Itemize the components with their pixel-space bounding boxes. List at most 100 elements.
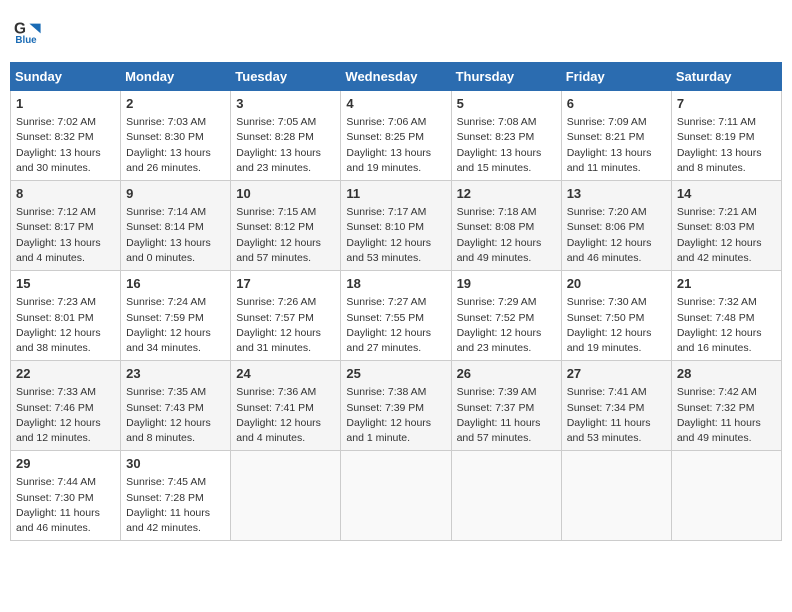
calendar-day-cell: 23 Sunrise: 7:35 AM Sunset: 7:43 PM Dayli… (121, 361, 231, 451)
calendar-day-cell: 7 Sunrise: 7:11 AM Sunset: 8:19 PM Daylig… (671, 91, 781, 181)
calendar-day-cell: 10 Sunrise: 7:15 AM Sunset: 8:12 PM Dayli… (231, 181, 341, 271)
calendar-week-row: 1 Sunrise: 7:02 AM Sunset: 8:32 PM Daylig… (11, 91, 782, 181)
calendar-day-cell: 5Sunrise: 7:08 AM Sunset: 8:23 PM Daylig… (451, 91, 561, 181)
day-number: 7 (677, 95, 776, 113)
weekday-header: Tuesday (231, 63, 341, 91)
calendar-day-cell: 21 Sunrise: 7:32 AM Sunset: 7:48 PM Dayli… (671, 271, 781, 361)
page-header: G Blue (10, 10, 782, 54)
calendar-day-cell (341, 451, 451, 541)
day-info: Sunrise: 7:35 AM Sunset: 7:43 PM Dayligh… (126, 385, 225, 446)
calendar-day-cell: 26 Sunrise: 7:39 AM Sunset: 7:37 PM Dayli… (451, 361, 561, 451)
calendar-day-cell: 24Sunrise: 7:36 AM Sunset: 7:41 PM Dayli… (231, 361, 341, 451)
calendar-day-cell: 11 Sunrise: 7:17 AM Sunset: 8:10 PM Dayli… (341, 181, 451, 271)
day-number: 21 (677, 275, 776, 293)
calendar-day-cell: 18Sunrise: 7:27 AM Sunset: 7:55 PM Dayli… (341, 271, 451, 361)
day-info: Sunrise: 7:14 AM Sunset: 8:14 PM Dayligh… (126, 205, 225, 266)
day-number: 22 (16, 365, 115, 383)
day-number: 12 (457, 185, 556, 203)
calendar-day-cell (671, 451, 781, 541)
weekday-header: Wednesday (341, 63, 451, 91)
day-info: Sunrise: 7:06 AM Sunset: 8:25 PM Dayligh… (346, 115, 445, 176)
day-number: 23 (126, 365, 225, 383)
calendar-day-cell: 13Sunrise: 7:20 AM Sunset: 8:06 PM Dayli… (561, 181, 671, 271)
day-info: Sunrise: 7:45 AM Sunset: 7:28 PM Dayligh… (126, 475, 225, 536)
logo-icon: G Blue (14, 18, 42, 46)
svg-text:Blue: Blue (15, 35, 37, 46)
day-number: 27 (567, 365, 666, 383)
day-number: 4 (346, 95, 445, 113)
calendar-week-row: 8 Sunrise: 7:12 AM Sunset: 8:17 PM Daylig… (11, 181, 782, 271)
calendar-day-cell: 1 Sunrise: 7:02 AM Sunset: 8:32 PM Daylig… (11, 91, 121, 181)
day-number: 9 (126, 185, 225, 203)
day-number: 19 (457, 275, 556, 293)
day-info: Sunrise: 7:15 AM Sunset: 8:12 PM Dayligh… (236, 205, 335, 266)
day-number: 8 (16, 185, 115, 203)
day-info: Sunrise: 7:02 AM Sunset: 8:32 PM Dayligh… (16, 115, 115, 176)
weekday-header: Friday (561, 63, 671, 91)
day-number: 18 (346, 275, 445, 293)
calendar-week-row: 15Sunrise: 7:23 AM Sunset: 8:01 PM Dayli… (11, 271, 782, 361)
day-number: 24 (236, 365, 335, 383)
day-number: 25 (346, 365, 445, 383)
calendar-day-cell: 17 Sunrise: 7:26 AM Sunset: 7:57 PM Dayli… (231, 271, 341, 361)
day-number: 11 (346, 185, 445, 203)
weekday-header: Sunday (11, 63, 121, 91)
logo: G Blue (14, 18, 44, 46)
day-number: 16 (126, 275, 225, 293)
weekday-header: Saturday (671, 63, 781, 91)
calendar-day-cell: 22 Sunrise: 7:33 AM Sunset: 7:46 PM Dayli… (11, 361, 121, 451)
day-info: Sunrise: 7:12 AM Sunset: 8:17 PM Dayligh… (16, 205, 115, 266)
calendar-day-cell (451, 451, 561, 541)
day-info: Sunrise: 7:26 AM Sunset: 7:57 PM Dayligh… (236, 295, 335, 356)
day-number: 17 (236, 275, 335, 293)
day-info: Sunrise: 7:23 AM Sunset: 8:01 PM Dayligh… (16, 295, 115, 356)
calendar-day-cell: 28 Sunrise: 7:42 AM Sunset: 7:32 PM Dayli… (671, 361, 781, 451)
day-info: Sunrise: 7:38 AM Sunset: 7:39 PM Dayligh… (346, 385, 445, 446)
day-info: Sunrise: 7:33 AM Sunset: 7:46 PM Dayligh… (16, 385, 115, 446)
day-number: 13 (567, 185, 666, 203)
day-number: 1 (16, 95, 115, 113)
day-number: 29 (16, 455, 115, 473)
calendar-day-cell: 14 Sunrise: 7:21 AM Sunset: 8:03 PM Dayli… (671, 181, 781, 271)
calendar-week-row: 22 Sunrise: 7:33 AM Sunset: 7:46 PM Dayli… (11, 361, 782, 451)
calendar-day-cell: 2 Sunrise: 7:03 AM Sunset: 8:30 PM Daylig… (121, 91, 231, 181)
day-number: 28 (677, 365, 776, 383)
calendar-week-row: 29 Sunrise: 7:44 AM Sunset: 7:30 PM Dayli… (11, 451, 782, 541)
day-info: Sunrise: 7:21 AM Sunset: 8:03 PM Dayligh… (677, 205, 776, 266)
calendar-day-cell: 16 Sunrise: 7:24 AM Sunset: 7:59 PM Dayli… (121, 271, 231, 361)
day-info: Sunrise: 7:09 AM Sunset: 8:21 PM Dayligh… (567, 115, 666, 176)
day-number: 26 (457, 365, 556, 383)
calendar-day-cell: 12Sunrise: 7:18 AM Sunset: 8:08 PM Dayli… (451, 181, 561, 271)
calendar-day-cell: 19Sunrise: 7:29 AM Sunset: 7:52 PM Dayli… (451, 271, 561, 361)
calendar-day-cell: 3 Sunrise: 7:05 AM Sunset: 8:28 PM Daylig… (231, 91, 341, 181)
day-number: 3 (236, 95, 335, 113)
calendar-header: SundayMondayTuesdayWednesdayThursdayFrid… (11, 63, 782, 91)
calendar-day-cell: 25 Sunrise: 7:38 AM Sunset: 7:39 PM Dayli… (341, 361, 451, 451)
day-info: Sunrise: 7:05 AM Sunset: 8:28 PM Dayligh… (236, 115, 335, 176)
calendar-day-cell: 15Sunrise: 7:23 AM Sunset: 8:01 PM Dayli… (11, 271, 121, 361)
day-number: 10 (236, 185, 335, 203)
day-info: Sunrise: 7:08 AM Sunset: 8:23 PM Dayligh… (457, 115, 556, 176)
day-info: Sunrise: 7:32 AM Sunset: 7:48 PM Dayligh… (677, 295, 776, 356)
day-info: Sunrise: 7:30 AM Sunset: 7:50 PM Dayligh… (567, 295, 666, 356)
day-info: Sunrise: 7:39 AM Sunset: 7:37 PM Dayligh… (457, 385, 556, 446)
day-number: 14 (677, 185, 776, 203)
day-info: Sunrise: 7:42 AM Sunset: 7:32 PM Dayligh… (677, 385, 776, 446)
weekday-header: Monday (121, 63, 231, 91)
calendar-day-cell (561, 451, 671, 541)
day-info: Sunrise: 7:44 AM Sunset: 7:30 PM Dayligh… (16, 475, 115, 536)
day-info: Sunrise: 7:41 AM Sunset: 7:34 PM Dayligh… (567, 385, 666, 446)
day-info: Sunrise: 7:24 AM Sunset: 7:59 PM Dayligh… (126, 295, 225, 356)
day-info: Sunrise: 7:11 AM Sunset: 8:19 PM Dayligh… (677, 115, 776, 176)
day-info: Sunrise: 7:03 AM Sunset: 8:30 PM Dayligh… (126, 115, 225, 176)
calendar-day-cell: 29 Sunrise: 7:44 AM Sunset: 7:30 PM Dayli… (11, 451, 121, 541)
day-info: Sunrise: 7:17 AM Sunset: 8:10 PM Dayligh… (346, 205, 445, 266)
calendar-day-cell (231, 451, 341, 541)
calendar-table: SundayMondayTuesdayWednesdayThursdayFrid… (10, 62, 782, 541)
day-number: 2 (126, 95, 225, 113)
calendar-day-cell: 6Sunrise: 7:09 AM Sunset: 8:21 PM Daylig… (561, 91, 671, 181)
day-number: 20 (567, 275, 666, 293)
calendar-body: 1 Sunrise: 7:02 AM Sunset: 8:32 PM Daylig… (11, 91, 782, 541)
calendar-day-cell: 4 Sunrise: 7:06 AM Sunset: 8:25 PM Daylig… (341, 91, 451, 181)
weekday-row: SundayMondayTuesdayWednesdayThursdayFrid… (11, 63, 782, 91)
